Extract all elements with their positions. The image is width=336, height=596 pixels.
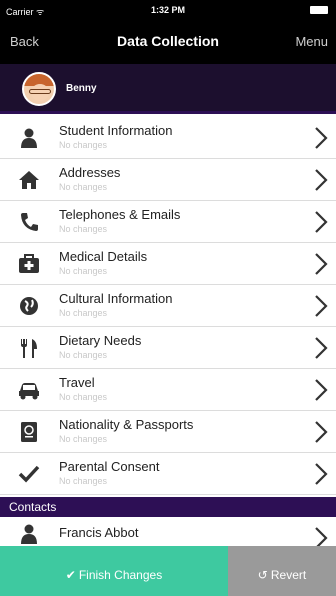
contact-list-item[interactable]: Francis Abbot: [0, 517, 336, 547]
chevron-right-icon: [315, 527, 328, 547]
item-status: No changes: [59, 266, 108, 276]
chevron-right-icon: [315, 253, 328, 275]
item-status: No changes: [59, 476, 108, 486]
item-status: No changes: [59, 434, 108, 444]
chevron-right-icon: [315, 421, 328, 443]
list-item[interactable]: Parental Consent No changes: [0, 453, 336, 495]
data-sections-list: Student Information No changes Addresses…: [0, 117, 336, 495]
globe-icon: [18, 295, 40, 317]
medical-kit-icon: [18, 253, 40, 275]
status-bar: Carrier ᯤ 1:32 PM: [0, 0, 336, 20]
list-item[interactable]: Addresses No changes: [0, 159, 336, 201]
item-label: Dietary Needs: [59, 333, 142, 348]
item-label: Telephones & Emails: [59, 207, 181, 222]
contact-name: Francis Abbot: [59, 525, 139, 540]
list-item[interactable]: Telephones & Emails No changes: [0, 201, 336, 243]
person-icon: [18, 523, 40, 545]
checkmark-icon: [18, 463, 40, 485]
finish-label: Finish Changes: [78, 568, 163, 582]
item-status: No changes: [59, 182, 108, 192]
user-header: Benny: [0, 64, 336, 114]
revert-label: Revert: [270, 568, 307, 582]
list-item[interactable]: Nationality & Passports No changes: [0, 411, 336, 453]
user-name: Benny: [66, 83, 97, 94]
list-item[interactable]: Travel No changes: [0, 369, 336, 411]
item-label: Student Information: [59, 123, 173, 138]
navigation-bar: Back Data Collection Menu: [0, 20, 336, 64]
menu-button[interactable]: Menu: [295, 34, 328, 49]
item-status: No changes: [59, 140, 108, 150]
undo-icon: ↺: [257, 568, 268, 582]
home-icon: [18, 169, 40, 191]
finish-changes-button[interactable]: ✔ Finish Changes: [0, 546, 228, 596]
chevron-right-icon: [315, 169, 328, 191]
action-bar: ✔ Finish Changes ↺ Revert: [0, 546, 336, 596]
checkmark-icon: ✔: [65, 568, 76, 582]
list-item[interactable]: Cultural Information No changes: [0, 285, 336, 327]
item-status: No changes: [59, 308, 108, 318]
clock: 1:32 PM: [150, 5, 185, 15]
item-status: No changes: [59, 392, 108, 402]
chevron-right-icon: [315, 127, 328, 149]
revert-button[interactable]: ↺ Revert: [228, 546, 336, 596]
item-status: No changes: [59, 350, 108, 360]
chevron-right-icon: [315, 337, 328, 359]
page-title: Data Collection: [117, 33, 219, 49]
item-status: No changes: [59, 224, 108, 234]
avatar: [22, 72, 56, 106]
item-label: Nationality & Passports: [59, 417, 194, 432]
item-label: Cultural Information: [59, 291, 173, 306]
list-item[interactable]: Dietary Needs No changes: [0, 327, 336, 369]
item-label: Travel: [59, 375, 95, 390]
item-label: Medical Details: [59, 249, 148, 264]
phone-icon: [18, 211, 40, 233]
item-label: Parental Consent: [59, 459, 160, 474]
chevron-right-icon: [315, 295, 328, 317]
list-item[interactable]: Medical Details No changes: [0, 243, 336, 285]
chevron-right-icon: [315, 211, 328, 233]
chevron-right-icon: [315, 463, 328, 485]
battery-icon: [310, 6, 328, 14]
person-icon: [18, 127, 40, 149]
item-label: Addresses: [59, 165, 121, 180]
section-header-contacts: Contacts: [0, 497, 336, 517]
chevron-right-icon: [315, 379, 328, 401]
car-icon: [18, 379, 40, 401]
passport-icon: [18, 421, 40, 443]
list-item[interactable]: Student Information No changes: [0, 117, 336, 159]
fork-knife-icon: [18, 337, 40, 359]
